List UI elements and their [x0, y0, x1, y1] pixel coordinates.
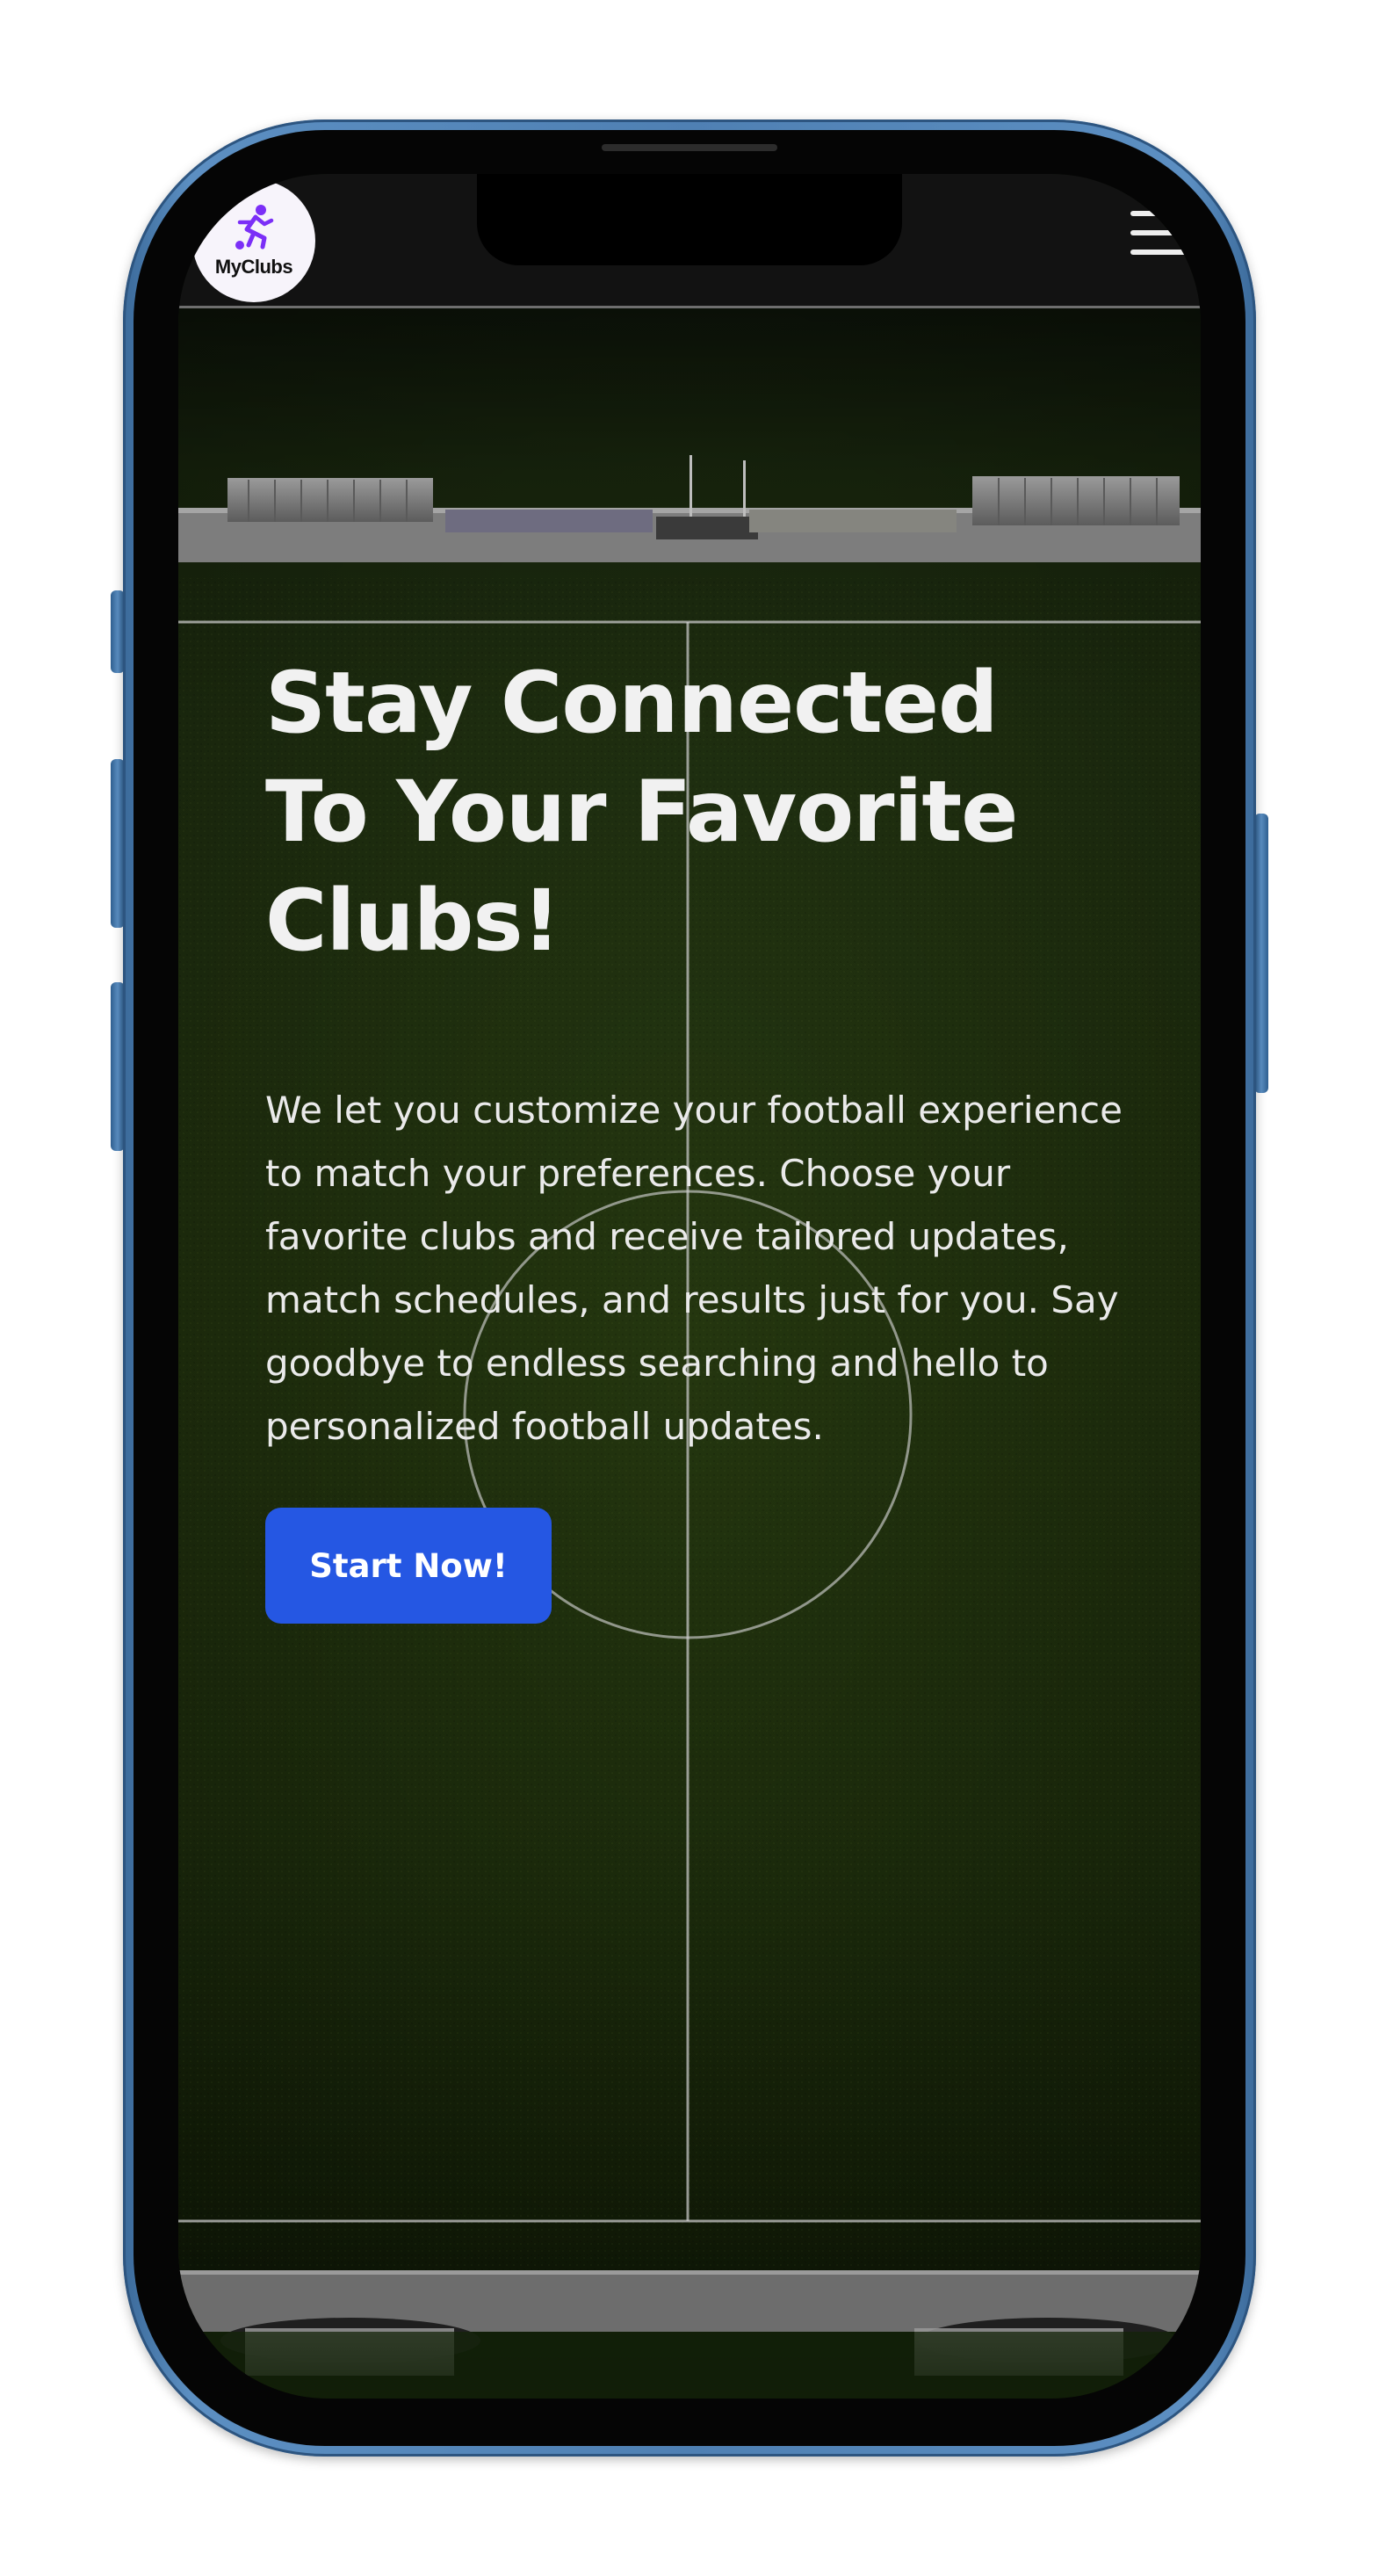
logo-text: MyClubs [214, 256, 293, 278]
speaker-slit [602, 144, 777, 151]
soccer-player-icon [235, 205, 274, 250]
hero-description: We let you customize your football exper… [265, 1089, 1123, 1448]
myclubs-logo[interactable]: MyClubs [192, 179, 315, 302]
phone-notch [477, 174, 902, 265]
menu-bar-middle [1130, 230, 1188, 235]
menu-bar-top [1130, 211, 1188, 216]
start-now-button[interactable]: Start Now! [265, 1508, 552, 1624]
power-button [1254, 814, 1268, 1093]
page-canvas: MyClubs Stay Connected To Your Favorite … [0, 0, 1379, 2576]
hero-section: Stay Connected To Your Favorite Clubs! W… [265, 648, 1144, 1624]
hamburger-menu-icon[interactable] [1130, 211, 1188, 255]
hero-title: Stay Connected To Your Favorite Clubs! [265, 654, 1018, 970]
menu-bar-bottom [1130, 250, 1188, 255]
phone-screen: MyClubs Stay Connected To Your Favorite … [178, 174, 1201, 2399]
